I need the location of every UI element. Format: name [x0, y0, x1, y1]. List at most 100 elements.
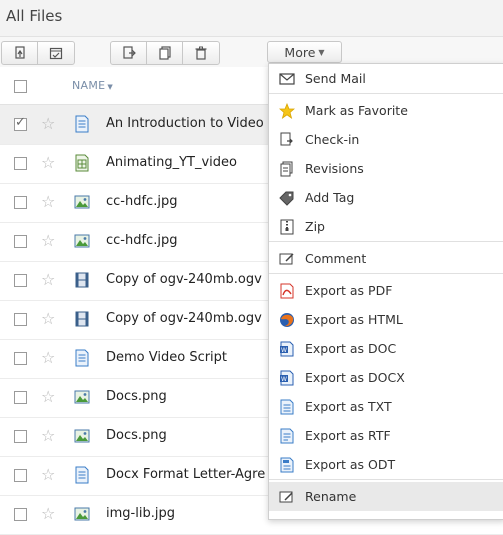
toolbar-group-2	[110, 41, 220, 65]
file-name[interactable]: Docs.png	[106, 428, 266, 443]
file-name[interactable]: cc-hdfc.jpg	[106, 233, 266, 248]
menu-item-label: Export as DOCX	[305, 370, 405, 385]
upload-button[interactable]	[2, 42, 38, 64]
row-checkbox[interactable]	[14, 352, 27, 365]
row-checkbox[interactable]	[14, 196, 27, 209]
menu-item-send-mail[interactable]: Send Mail	[269, 64, 503, 93]
file-name[interactable]: Copy of ogv-240mb.ogv	[106, 311, 266, 326]
menu-item-label: Check-in	[305, 132, 360, 147]
move-icon	[122, 46, 136, 59]
row-checkbox[interactable]	[14, 313, 27, 326]
image-icon	[74, 193, 90, 211]
menu-item-export-as-docx[interactable]: W Export as DOCX	[269, 363, 503, 392]
menu-item-label: Export as RTF	[305, 428, 391, 443]
schedule-button[interactable]	[38, 42, 74, 64]
menu-item-add-tag[interactable]: Add Tag	[269, 183, 503, 212]
favorite-star-icon[interactable]: ☆	[41, 309, 55, 328]
menu-item-rename[interactable]: Rename	[269, 482, 503, 511]
menu-item-export-as-odt[interactable]: Export as ODT	[269, 450, 503, 479]
zip-icon	[279, 219, 295, 235]
favorite-star-icon[interactable]: ☆	[41, 270, 55, 289]
file-name[interactable]: Docx Format Letter-Agreement	[106, 467, 266, 482]
menu-item-label: Export as TXT	[305, 399, 392, 414]
more-button[interactable]: More ▼	[267, 41, 342, 63]
row-checkbox[interactable]	[14, 469, 27, 482]
svg-text:W: W	[281, 347, 287, 354]
check-in-icon	[279, 132, 295, 148]
name-column-header[interactable]: NAME ▼	[72, 79, 113, 92]
favorite-star-icon[interactable]: ☆	[41, 114, 55, 133]
menu-item-zip[interactable]: Zip	[269, 212, 503, 241]
menu-item-mark-as-favorite[interactable]: Mark as Favorite	[269, 96, 503, 125]
spreadsheet-icon	[74, 154, 90, 172]
favorite-star-icon[interactable]: ☆	[41, 231, 55, 250]
title-bar: All Files	[0, 0, 503, 37]
file-name[interactable]: Demo Video Script	[106, 350, 266, 365]
document-icon	[74, 349, 90, 367]
copy-button[interactable]	[147, 42, 183, 64]
odt-icon	[279, 457, 295, 473]
row-checkbox[interactable]	[14, 157, 27, 170]
svg-text:W: W	[281, 376, 287, 383]
menu-divider	[269, 479, 503, 480]
sort-caret-icon: ▼	[107, 83, 114, 91]
favorite-star-icon[interactable]: ☆	[41, 192, 55, 211]
menu-item-label: Send Mail	[305, 71, 366, 86]
favorite-star-icon[interactable]: ☆	[41, 153, 55, 172]
row-checkbox[interactable]	[14, 508, 27, 521]
video-icon	[74, 271, 90, 289]
delete-icon	[195, 46, 207, 60]
rtf-icon	[279, 428, 295, 444]
revisions-icon	[279, 161, 295, 177]
document-icon	[74, 466, 90, 484]
menu-item-label: Export as PDF	[305, 283, 393, 298]
favorite-star-icon[interactable]: ☆	[41, 426, 55, 445]
menu-item-label: Rename	[305, 489, 357, 504]
menu-item-label: Mark as Favorite	[305, 103, 408, 118]
menu-item-label: Export as HTML	[305, 312, 403, 327]
menu-item-label: Zip	[305, 219, 325, 234]
name-column-label: NAME	[72, 79, 106, 92]
comment-icon	[279, 251, 295, 267]
file-name[interactable]: Copy of ogv-240mb.ogv	[106, 272, 266, 287]
delete-button[interactable]	[183, 42, 219, 64]
file-name[interactable]: img-lib.jpg	[106, 506, 266, 521]
menu-item-label: Comment	[305, 251, 367, 266]
menu-item-comment[interactable]: Comment	[269, 244, 503, 273]
favorite-star-icon[interactable]: ☆	[41, 387, 55, 406]
favorite-star-icon[interactable]: ☆	[41, 465, 55, 484]
more-dropdown-menu: Send Mail Mark as Favorite Check-in Revisio…	[268, 63, 503, 520]
menu-item-export-as-doc[interactable]: W Export as DOC	[269, 334, 503, 363]
rename-icon	[279, 489, 295, 505]
menu-item-export-as-txt[interactable]: Export as TXT	[269, 392, 503, 421]
row-checkbox[interactable]	[14, 235, 27, 248]
menu-item-export-as-html[interactable]: Export as HTML	[269, 305, 503, 334]
menu-item-export-as-pdf[interactable]: Export as PDF	[269, 276, 503, 305]
file-name[interactable]: Docs.png	[106, 389, 266, 404]
row-checkbox[interactable]: ✓	[14, 115, 27, 131]
file-name[interactable]: Animating_YT_video	[106, 155, 266, 170]
menu-divider	[269, 273, 503, 274]
file-name[interactable]: An Introduction to Video Script	[106, 116, 266, 131]
menu-item-revisions[interactable]: Revisions	[269, 154, 503, 183]
menu-divider	[269, 241, 503, 242]
move-button[interactable]	[111, 42, 147, 64]
schedule-icon	[49, 47, 63, 60]
row-checkbox[interactable]	[14, 274, 27, 287]
row-checkbox[interactable]	[14, 391, 27, 404]
tag-icon	[279, 190, 295, 206]
menu-item-export-as-rtf[interactable]: Export as RTF	[269, 421, 503, 450]
document-icon	[74, 115, 90, 133]
row-checkbox[interactable]	[14, 430, 27, 443]
file-name[interactable]: cc-hdfc.jpg	[106, 194, 266, 209]
menu-item-label: Export as DOC	[305, 341, 397, 356]
favorite-star-icon[interactable]: ☆	[41, 348, 55, 367]
favorite-star-icon[interactable]: ☆	[41, 504, 55, 523]
checkmark-icon: ✓	[15, 115, 26, 130]
chevron-down-icon: ▼	[318, 47, 325, 57]
upload-icon	[14, 46, 25, 59]
select-all-checkbox[interactable]	[14, 80, 27, 93]
image-icon	[74, 505, 90, 523]
menu-item-label: Export as ODT	[305, 457, 396, 472]
menu-item-check-in[interactable]: Check-in	[269, 125, 503, 154]
